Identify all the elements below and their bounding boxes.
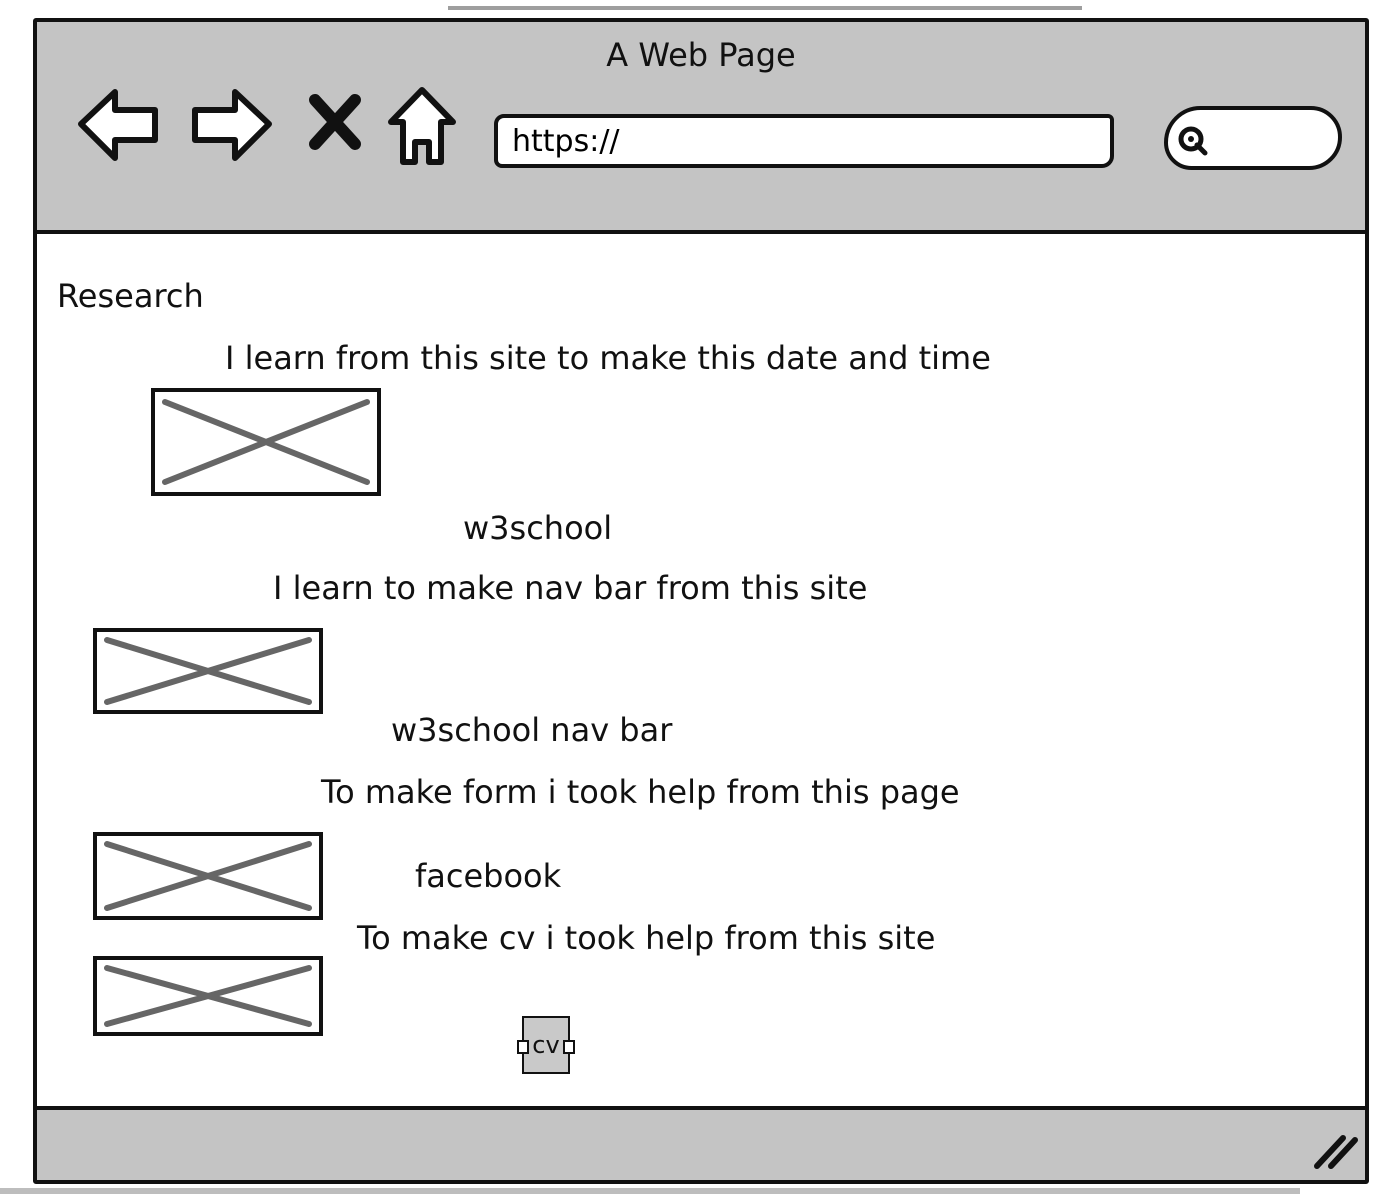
cv-component[interactable]: cv [517,1016,575,1074]
search-icon [1178,126,1208,156]
research-description: To make form i took help from this page [321,773,960,811]
page: A Web Page https:// Research I learn fro… [0,0,1373,1194]
research-description: To make cv i took help from this site [357,919,936,957]
window-title: A Web Page [606,36,796,74]
top-scrollbar[interactable] [448,6,1082,10]
cv-label: cv [532,1031,560,1059]
home-icon[interactable] [387,84,457,168]
stop-icon[interactable] [309,94,361,150]
research-description: I learn from this site to make this date… [225,339,991,377]
cv-right-handle[interactable] [563,1040,575,1054]
research-description: I learn to make nav bar from this site [273,569,868,607]
back-arrow-icon[interactable] [77,84,161,164]
image-placeholder [93,628,323,714]
image-placeholder [93,832,323,920]
research-link[interactable]: w3school nav bar [391,710,672,750]
image-placeholder [93,956,323,1036]
browser-toolbar: A Web Page [37,22,1365,230]
bottom-scrollbar[interactable] [0,1188,1300,1194]
url-input[interactable] [494,114,1114,168]
forward-arrow-icon[interactable] [189,84,273,164]
image-placeholder [151,388,381,496]
cv-left-handle[interactable] [517,1040,529,1054]
research-link[interactable]: w3school [463,508,612,548]
browser-window: A Web Page https:// Research I learn fro… [33,18,1369,1184]
page-heading: Research [57,277,204,315]
search-input[interactable] [1164,106,1342,170]
resize-grip-icon[interactable] [1313,1130,1359,1170]
page-content: Research I learn from this site to make … [37,230,1365,1110]
status-bar [37,1110,1365,1180]
research-link[interactable]: facebook [415,856,561,896]
